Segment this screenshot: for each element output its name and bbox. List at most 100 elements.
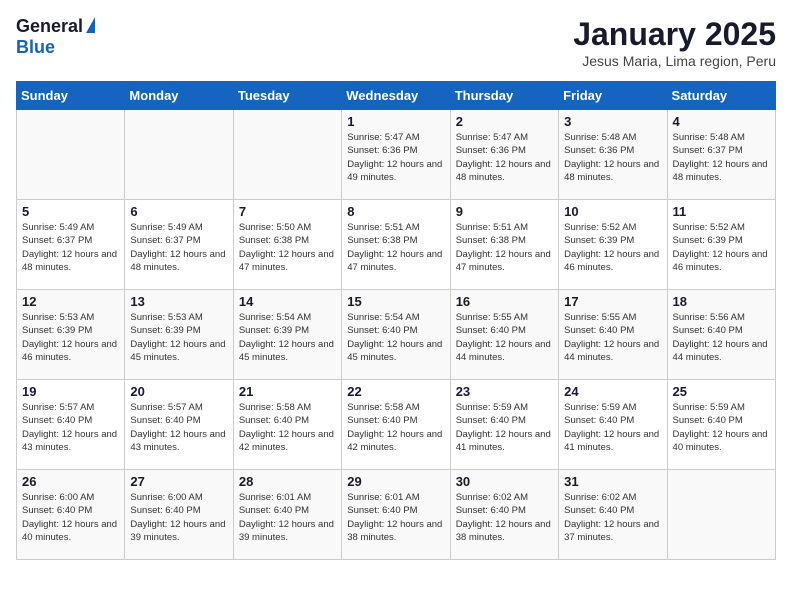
calendar-cell: 24 Sunrise: 5:59 AM Sunset: 6:40 PM Dayli… [559, 380, 667, 470]
day-number: 7 [239, 204, 336, 219]
calendar-cell: 3 Sunrise: 5:48 AM Sunset: 6:36 PM Daylig… [559, 110, 667, 200]
day-number: 1 [347, 114, 444, 129]
calendar-cell: 31 Sunrise: 6:02 AM Sunset: 6:40 PM Dayli… [559, 470, 667, 560]
day-info: Sunrise: 5:51 AM Sunset: 6:38 PM Dayligh… [456, 221, 553, 274]
calendar-cell: 2 Sunrise: 5:47 AM Sunset: 6:36 PM Daylig… [450, 110, 558, 200]
day-info: Sunrise: 5:49 AM Sunset: 6:37 PM Dayligh… [22, 221, 119, 274]
day-info: Sunrise: 5:48 AM Sunset: 6:36 PM Dayligh… [564, 131, 661, 184]
calendar-cell: 26 Sunrise: 6:00 AM Sunset: 6:40 PM Dayli… [17, 470, 125, 560]
header-row: SundayMondayTuesdayWednesdayThursdayFrid… [17, 82, 776, 110]
calendar-table: SundayMondayTuesdayWednesdayThursdayFrid… [16, 81, 776, 560]
day-number: 20 [130, 384, 227, 399]
week-row-2: 5 Sunrise: 5:49 AM Sunset: 6:37 PM Daylig… [17, 200, 776, 290]
day-number: 13 [130, 294, 227, 309]
day-info: Sunrise: 5:54 AM Sunset: 6:40 PM Dayligh… [347, 311, 444, 364]
day-info: Sunrise: 5:47 AM Sunset: 6:36 PM Dayligh… [347, 131, 444, 184]
calendar-cell: 10 Sunrise: 5:52 AM Sunset: 6:39 PM Dayli… [559, 200, 667, 290]
day-number: 3 [564, 114, 661, 129]
day-number: 22 [347, 384, 444, 399]
week-row-5: 26 Sunrise: 6:00 AM Sunset: 6:40 PM Dayli… [17, 470, 776, 560]
day-info: Sunrise: 5:53 AM Sunset: 6:39 PM Dayligh… [22, 311, 119, 364]
day-number: 4 [673, 114, 770, 129]
calendar-cell: 8 Sunrise: 5:51 AM Sunset: 6:38 PM Daylig… [342, 200, 450, 290]
day-info: Sunrise: 5:58 AM Sunset: 6:40 PM Dayligh… [239, 401, 336, 454]
header-cell-thursday: Thursday [450, 82, 558, 110]
day-info: Sunrise: 5:54 AM Sunset: 6:39 PM Dayligh… [239, 311, 336, 364]
calendar-cell: 7Sunrise: 5:50 AM Sunset: 6:38 PM Daylig… [233, 200, 341, 290]
day-number: 2 [456, 114, 553, 129]
week-row-4: 19Sunrise: 5:57 AM Sunset: 6:40 PM Dayli… [17, 380, 776, 470]
day-info: Sunrise: 5:52 AM Sunset: 6:39 PM Dayligh… [564, 221, 661, 274]
day-info: Sunrise: 6:01 AM Sunset: 6:40 PM Dayligh… [239, 491, 336, 544]
calendar-cell: 29Sunrise: 6:01 AM Sunset: 6:40 PM Dayli… [342, 470, 450, 560]
day-info: Sunrise: 5:53 AM Sunset: 6:39 PM Dayligh… [130, 311, 227, 364]
day-number: 21 [239, 384, 336, 399]
calendar-title: January 2025 [573, 16, 776, 53]
day-number: 30 [456, 474, 553, 489]
day-info: Sunrise: 5:48 AM Sunset: 6:37 PM Dayligh… [673, 131, 770, 184]
calendar-cell: 30 Sunrise: 6:02 AM Sunset: 6:40 PM Dayli… [450, 470, 558, 560]
calendar-cell: 22 Sunrise: 5:58 AM Sunset: 6:40 PM Dayli… [342, 380, 450, 470]
calendar-cell [667, 470, 775, 560]
day-info: Sunrise: 6:00 AM Sunset: 6:40 PM Dayligh… [130, 491, 227, 544]
calendar-cell [125, 110, 233, 200]
header-cell-friday: Friday [559, 82, 667, 110]
calendar-cell: 9Sunrise: 5:51 AM Sunset: 6:38 PM Daylig… [450, 200, 558, 290]
calendar-cell: 18 Sunrise: 5:56 AM Sunset: 6:40 PM Dayli… [667, 290, 775, 380]
calendar-cell: 5 Sunrise: 5:49 AM Sunset: 6:37 PM Daylig… [17, 200, 125, 290]
header: General Blue January 2025 Jesus Maria, L… [16, 16, 776, 69]
header-cell-tuesday: Tuesday [233, 82, 341, 110]
calendar-cell: 1 Sunrise: 5:47 AM Sunset: 6:36 PM Daylig… [342, 110, 450, 200]
day-number: 18 [673, 294, 770, 309]
calendar-cell: 25 Sunrise: 5:59 AM Sunset: 6:40 PM Dayli… [667, 380, 775, 470]
day-info: Sunrise: 5:47 AM Sunset: 6:36 PM Dayligh… [456, 131, 553, 184]
day-info: Sunrise: 6:02 AM Sunset: 6:40 PM Dayligh… [564, 491, 661, 544]
calendar-cell: 23 Sunrise: 5:59 AM Sunset: 6:40 PM Dayli… [450, 380, 558, 470]
calendar-cell [17, 110, 125, 200]
day-info: Sunrise: 5:59 AM Sunset: 6:40 PM Dayligh… [564, 401, 661, 454]
day-number: 24 [564, 384, 661, 399]
day-number: 11 [673, 204, 770, 219]
calendar-subtitle: Jesus Maria, Lima region, Peru [573, 53, 776, 69]
day-number: 29 [347, 474, 444, 489]
header-cell-sunday: Sunday [17, 82, 125, 110]
logo: General Blue [16, 16, 95, 58]
day-number: 5 [22, 204, 119, 219]
day-number: 31 [564, 474, 661, 489]
day-info: Sunrise: 5:56 AM Sunset: 6:40 PM Dayligh… [673, 311, 770, 364]
day-number: 15 [347, 294, 444, 309]
calendar-cell: 20 Sunrise: 5:57 AM Sunset: 6:40 PM Dayli… [125, 380, 233, 470]
day-number: 25 [673, 384, 770, 399]
calendar-cell: 17Sunrise: 5:55 AM Sunset: 6:40 PM Dayli… [559, 290, 667, 380]
calendar-cell: 11 Sunrise: 5:52 AM Sunset: 6:39 PM Dayli… [667, 200, 775, 290]
calendar-cell [233, 110, 341, 200]
day-number: 8 [347, 204, 444, 219]
calendar-cell: 12Sunrise: 5:53 AM Sunset: 6:39 PM Dayli… [17, 290, 125, 380]
day-info: Sunrise: 5:59 AM Sunset: 6:40 PM Dayligh… [456, 401, 553, 454]
day-info: Sunrise: 5:58 AM Sunset: 6:40 PM Dayligh… [347, 401, 444, 454]
calendar-cell: 6Sunrise: 5:49 AM Sunset: 6:37 PM Daylig… [125, 200, 233, 290]
calendar-cell: 14Sunrise: 5:54 AM Sunset: 6:39 PM Dayli… [233, 290, 341, 380]
day-info: Sunrise: 5:59 AM Sunset: 6:40 PM Dayligh… [673, 401, 770, 454]
week-row-1: 1 Sunrise: 5:47 AM Sunset: 6:36 PM Daylig… [17, 110, 776, 200]
day-info: Sunrise: 5:52 AM Sunset: 6:39 PM Dayligh… [673, 221, 770, 274]
day-info: Sunrise: 6:02 AM Sunset: 6:40 PM Dayligh… [456, 491, 553, 544]
calendar-cell: 27Sunrise: 6:00 AM Sunset: 6:40 PM Dayli… [125, 470, 233, 560]
day-number: 10 [564, 204, 661, 219]
calendar-cell: 4 Sunrise: 5:48 AM Sunset: 6:37 PM Daylig… [667, 110, 775, 200]
calendar-cell: 13 Sunrise: 5:53 AM Sunset: 6:39 PM Dayli… [125, 290, 233, 380]
calendar-cell: 16Sunrise: 5:55 AM Sunset: 6:40 PM Dayli… [450, 290, 558, 380]
day-info: Sunrise: 5:57 AM Sunset: 6:40 PM Dayligh… [130, 401, 227, 454]
day-number: 26 [22, 474, 119, 489]
calendar-cell: 19Sunrise: 5:57 AM Sunset: 6:40 PM Dayli… [17, 380, 125, 470]
logo-blue-text: Blue [16, 37, 55, 57]
day-number: 23 [456, 384, 553, 399]
day-info: Sunrise: 5:57 AM Sunset: 6:40 PM Dayligh… [22, 401, 119, 454]
day-info: Sunrise: 6:00 AM Sunset: 6:40 PM Dayligh… [22, 491, 119, 544]
header-cell-saturday: Saturday [667, 82, 775, 110]
header-cell-monday: Monday [125, 82, 233, 110]
day-info: Sunrise: 5:51 AM Sunset: 6:38 PM Dayligh… [347, 221, 444, 274]
calendar-cell: 28Sunrise: 6:01 AM Sunset: 6:40 PM Dayli… [233, 470, 341, 560]
calendar-cell: 15 Sunrise: 5:54 AM Sunset: 6:40 PM Dayli… [342, 290, 450, 380]
day-number: 6 [130, 204, 227, 219]
